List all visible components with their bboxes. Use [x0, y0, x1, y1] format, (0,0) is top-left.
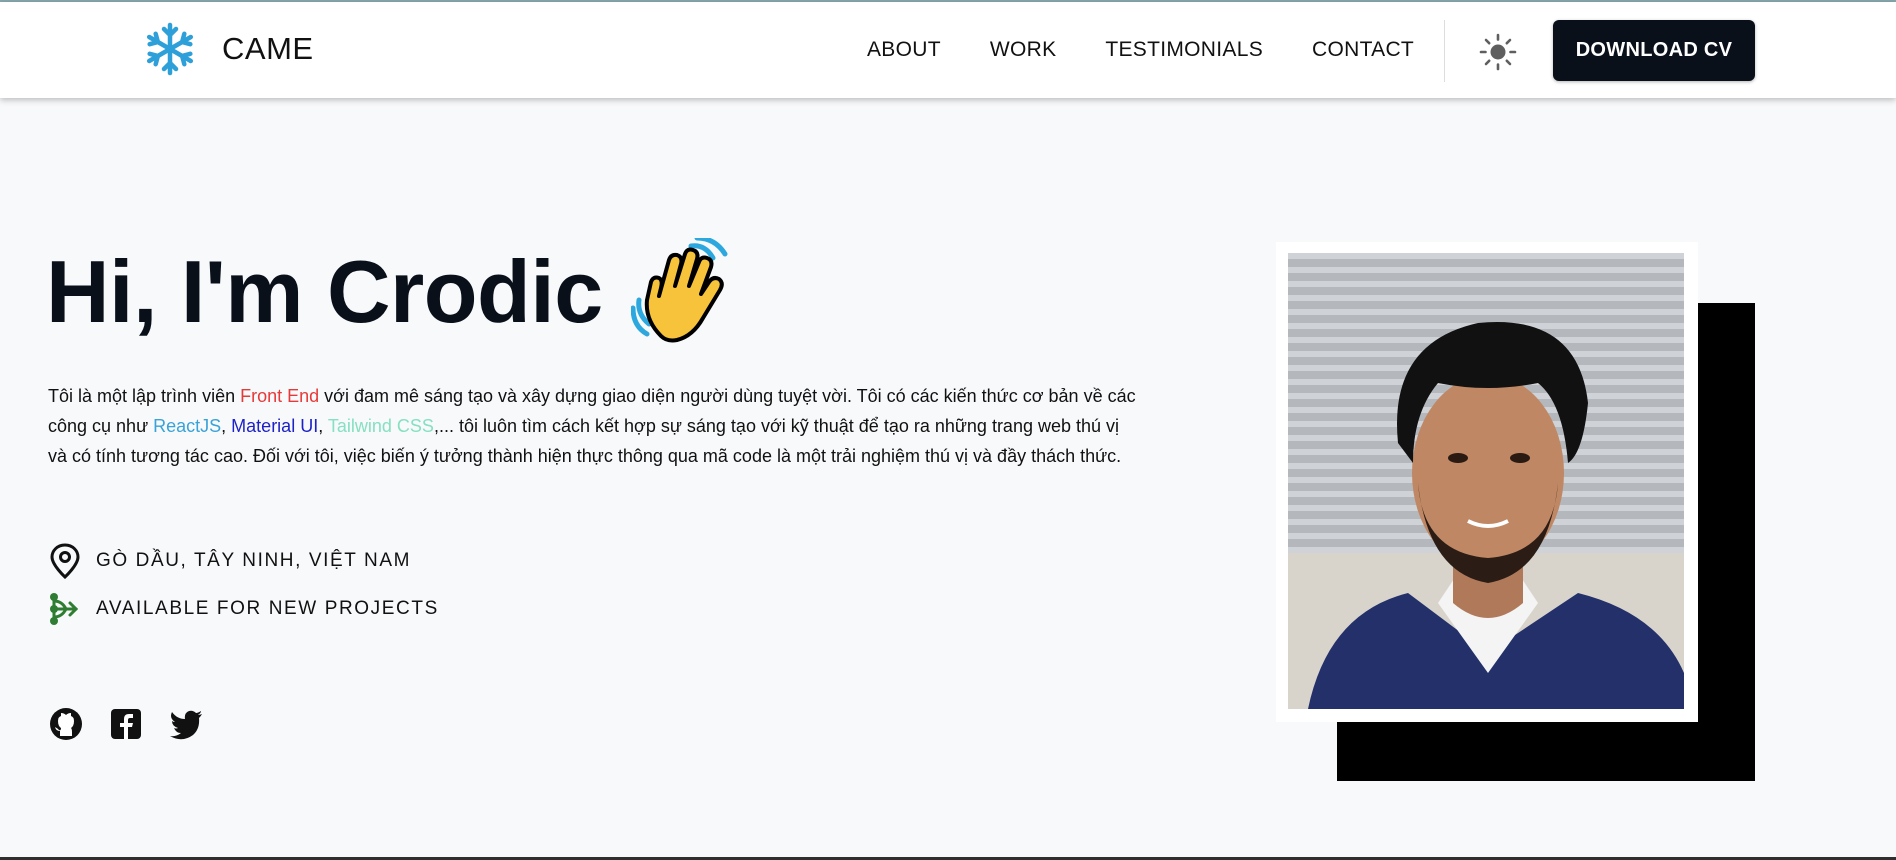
availability-text: AVAILABLE FOR NEW PROJECTS	[96, 598, 439, 619]
profile-photo	[1288, 253, 1684, 709]
nav-about[interactable]: ABOUT	[867, 38, 941, 62]
nav-testimonials[interactable]: TESTIMONIALS	[1105, 38, 1263, 62]
social-links	[48, 706, 228, 742]
hero-bio: Tôi là một lập trình viên Front End với …	[48, 381, 1138, 471]
sun-icon[interactable]	[1478, 32, 1518, 72]
branch-arrow-icon	[50, 593, 79, 625]
availability-row: AVAILABLE FOR NEW PROJECTS	[48, 591, 439, 627]
bio-reactjs: ReactJS	[153, 416, 222, 436]
bio-front-end: Front End	[240, 386, 320, 406]
brand[interactable]: CAME	[144, 20, 314, 78]
waving-hand-icon	[630, 238, 728, 343]
nav-divider	[1444, 20, 1445, 82]
github-icon[interactable]	[48, 706, 84, 742]
bio-text-1: Tôi là một lập trình viên	[48, 386, 241, 406]
brand-name: CAME	[222, 31, 314, 66]
location-text: GÒ DẦU, TÂY NINH, VIỆT NAM	[96, 550, 412, 571]
nav-work[interactable]: WORK	[990, 38, 1057, 62]
location-row: GÒ DẦU, TÂY NINH, VIỆT NAM	[48, 543, 411, 579]
facebook-icon[interactable]	[108, 706, 144, 742]
main-nav: ABOUT WORK TESTIMONIALS CONTACT	[867, 38, 1414, 62]
snowflake-icon	[146, 22, 194, 76]
location-pin-icon	[50, 543, 80, 579]
bio-sep-1: ,	[221, 416, 232, 436]
bio-sep-2: ,	[318, 416, 328, 436]
bio-tailwind: Tailwind CSS	[327, 416, 434, 436]
nav-contact[interactable]: CONTACT	[1312, 38, 1414, 62]
profile-photo-frame	[1276, 242, 1698, 722]
site-header: CAME ABOUT WORK TESTIMONIALS CONTACT DOW…	[0, 2, 1896, 98]
twitter-icon[interactable]	[168, 706, 204, 742]
hero-title-text: Hi, I'm Crodic	[46, 242, 603, 341]
bio-material-ui: Material UI	[231, 416, 319, 436]
hero-title: Hi, I'm Crodic	[46, 238, 735, 346]
download-cv-button[interactable]: DOWNLOAD CV	[1553, 20, 1755, 81]
